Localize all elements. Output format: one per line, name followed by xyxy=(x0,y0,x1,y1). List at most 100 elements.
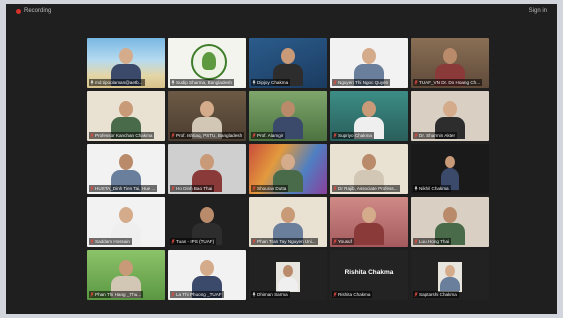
participant-tile[interactable]: Luu Hong Thai xyxy=(411,197,489,247)
participant-name: Yousuf xyxy=(338,239,352,244)
participant-tile[interactable]: TUAF_VN Dr. Do Hoang Ch... xyxy=(411,38,489,88)
participant-name: La Thi Phuong _TUAF xyxy=(176,292,222,297)
participant-name: Ho Dinh Bao Thai xyxy=(176,186,213,191)
participant-nameplate: HUSTA_Dinh Tien Tai, Hue ... xyxy=(89,185,158,192)
participant-nameplate: La Thi Phuong _TUAF xyxy=(170,291,224,298)
participant-nameplate: Dr. Sharmin Akter xyxy=(413,132,457,139)
participant-tile[interactable]: Dr. Sharmin Akter xyxy=(411,91,489,141)
participant-tile[interactable]: Phan Tran Tay Nguyen Uni... xyxy=(249,197,327,247)
participant-name: Luu Hong Thai xyxy=(419,239,450,244)
participant-silhouette xyxy=(438,262,462,292)
participant-tile[interactable]: Phan Thi Hang _Thu... xyxy=(87,250,165,300)
participant-name: Nguyen Thi Ngoc Quyen xyxy=(338,80,389,85)
participant-nameplate: Phan Tran Tay Nguyen Uni... xyxy=(251,238,318,245)
participant-name: Sudip Sharma, Bangladesh xyxy=(176,80,232,85)
participant-nameplate: Sudip Sharma, Bangladesh xyxy=(170,79,234,86)
participant-tile[interactable]: HUSTA_Dinh Tien Tai, Hue ... xyxy=(87,144,165,194)
participant-tile[interactable]: Yousuf xyxy=(330,197,408,247)
muted-mic-icon xyxy=(90,186,94,191)
participant-nameplate: Tuan - IPS (TUAF) xyxy=(170,238,217,245)
participant-nameplate: Dipjoy Chakma xyxy=(251,79,291,86)
participant-name: Shourav Dutta xyxy=(257,186,287,191)
participant-name: Prof. Ishtiaq, PSTU, Bangladesh xyxy=(176,133,243,138)
recording-dot-icon xyxy=(16,8,21,14)
participant-tile[interactable]: Shourav Dutta xyxy=(249,144,327,194)
participant-tile[interactable]: Prof. Ishtiaq, PSTU, Bangladesh xyxy=(168,91,246,141)
participant-tile[interactable]: Nguyen Thi Ngoc Quyen xyxy=(330,38,408,88)
participant-nameplate: Professor Kanchan Chakma xyxy=(89,132,155,139)
participant-nameplate: Dr Rajib, Associate Profess... xyxy=(332,185,400,192)
participant-tile[interactable]: Dr Rajib, Associate Profess... xyxy=(330,144,408,194)
muted-mic-icon xyxy=(252,239,256,244)
participant-nameplate: Dhiman Sarma xyxy=(251,291,290,298)
participant-name: Dr Rajib, Associate Profess... xyxy=(338,186,398,191)
participant-tile[interactable]: Supriyo Chakma xyxy=(330,91,408,141)
participant-nameplate: Prof. Alamgir xyxy=(251,132,286,139)
muted-mic-icon xyxy=(171,292,175,297)
participant-name: Phan Tran Tay Nguyen Uni... xyxy=(257,239,316,244)
participant-tile[interactable]: Rishita Chakma Rishita Chakma xyxy=(330,250,408,300)
participant-tile[interactable]: Prof. Alamgir xyxy=(249,91,327,141)
participant-nameplate: Ho Dinh Bao Thai xyxy=(170,185,215,192)
muted-mic-icon xyxy=(414,239,418,244)
participant-tile[interactable]: La Thi Phuong _TUAF xyxy=(168,250,246,300)
mic-icon xyxy=(252,292,256,297)
participant-name: Rishita Chakma xyxy=(338,292,371,297)
participant-name: Prof. Alamgir xyxy=(257,133,284,138)
participant-name: Saddam Hossain xyxy=(95,239,130,244)
participant-nameplate: TUAF_VN Dr. Do Hoang Ch... xyxy=(413,79,483,86)
participant-name: Dipjoy Chakma xyxy=(257,80,289,85)
participant-nameplate: Supriyo Chakma xyxy=(332,132,374,139)
participant-tile[interactable]: Tuan - IPS (TUAF) xyxy=(168,197,246,247)
muted-mic-icon xyxy=(171,186,175,191)
muted-mic-icon xyxy=(90,239,94,244)
participant-name: HUSTA_Dinh Tien Tai, Hue ... xyxy=(95,186,156,191)
participant-nameplate: md.tipoolaman@aetb... xyxy=(89,79,145,86)
muted-mic-icon xyxy=(333,186,337,191)
participant-silhouette xyxy=(354,207,384,245)
participant-tile[interactable]: Saddam Hossain xyxy=(87,197,165,247)
participant-nameplate: Nikhil Chakma xyxy=(413,185,451,192)
participant-name: Supriyo Chakma xyxy=(338,133,372,138)
muted-mic-icon xyxy=(414,80,418,85)
participant-tile[interactable]: Dipjoy Chakma xyxy=(249,38,327,88)
muted-mic-icon xyxy=(333,80,337,85)
participant-name: TUAF_VN Dr. Do Hoang Ch... xyxy=(419,80,481,85)
participant-tile[interactable]: Saptarshi Chakma xyxy=(411,250,489,300)
gallery-grid: md.tipoolaman@aetb... Sudip Sharma, Bangl… xyxy=(87,38,489,300)
participant-tile[interactable]: Professor Kanchan Chakma xyxy=(87,91,165,141)
participant-tile[interactable]: Dhiman Sarma xyxy=(249,250,327,300)
participant-name: Phan Thi Hang _Thu... xyxy=(95,292,142,297)
top-bar: Recording Sign in xyxy=(6,4,557,18)
recording-label: Recording xyxy=(24,8,52,14)
organization-logo-icon xyxy=(191,44,227,80)
participant-nameplate: Rishita Chakma xyxy=(332,291,373,298)
participant-nameplate: Saddam Hossain xyxy=(89,238,132,245)
participant-nameplate: Nguyen Thi Ngoc Quyen xyxy=(332,79,391,86)
muted-mic-icon xyxy=(333,133,337,138)
participant-nameplate: Prof. Ishtiaq, PSTU, Bangladesh xyxy=(170,132,245,139)
muted-mic-icon xyxy=(333,292,337,297)
participant-name: Nikhil Chakma xyxy=(419,186,449,191)
participant-tile[interactable]: md.tipoolaman@aetb... xyxy=(87,38,165,88)
muted-mic-icon xyxy=(90,133,94,138)
mic-icon xyxy=(171,80,175,85)
muted-mic-icon xyxy=(171,133,175,138)
participant-nameplate: Luu Hong Thai xyxy=(413,238,452,245)
participant-silhouette xyxy=(276,262,300,292)
participant-name: Professor Kanchan Chakma xyxy=(95,133,153,138)
participant-nameplate: Shourav Dutta xyxy=(251,185,289,192)
muted-mic-icon xyxy=(414,133,418,138)
sign-in-link[interactable]: Sign in xyxy=(529,8,547,14)
participant-name: Dr. Sharmin Akter xyxy=(419,133,455,138)
muted-mic-icon xyxy=(171,239,175,244)
muted-mic-icon xyxy=(252,186,256,191)
participant-nameplate: Saptarshi Chakma xyxy=(413,291,459,298)
participant-tile[interactable]: Nikhil Chakma xyxy=(411,144,489,194)
mic-icon xyxy=(414,186,418,191)
participant-tile[interactable]: Sudip Sharma, Bangladesh xyxy=(168,38,246,88)
participant-tile[interactable]: Ho Dinh Bao Thai xyxy=(168,144,246,194)
recording-indicator: Recording xyxy=(16,8,51,14)
participant-nameplate: Yousuf xyxy=(332,238,354,245)
participant-name: Saptarshi Chakma xyxy=(419,292,457,297)
